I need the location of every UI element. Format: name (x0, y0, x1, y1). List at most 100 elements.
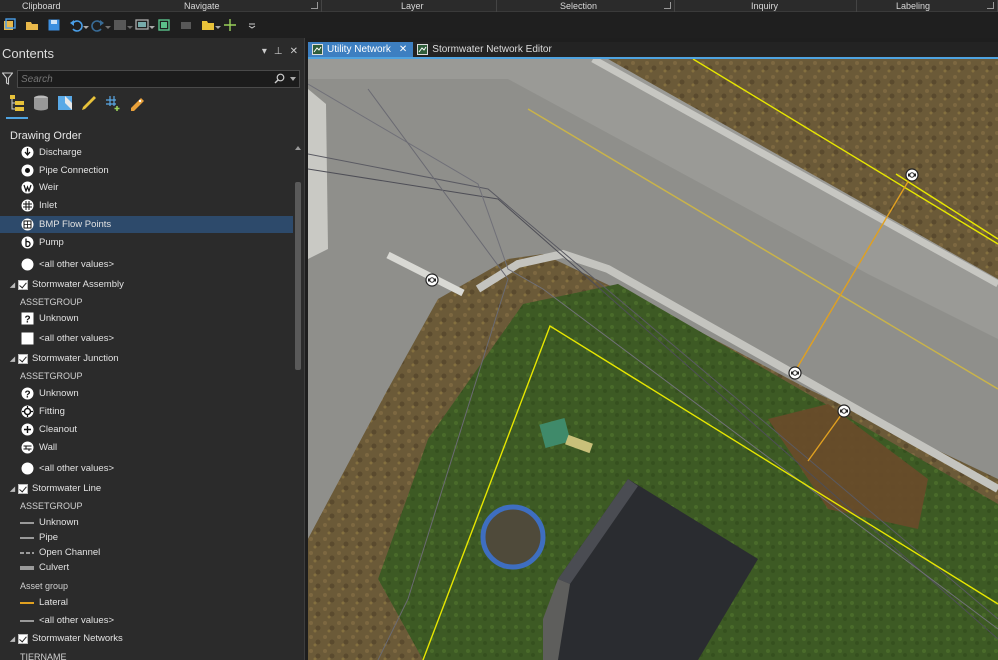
line-solid-icon[interactable] (20, 516, 34, 530)
symbol-class-row[interactable]: ? Unknown (0, 385, 293, 402)
symbol-class-label: Pipe (39, 532, 59, 543)
symbol-class-row[interactable]: Culvert (0, 559, 293, 576)
symbol-class-row[interactable]: <all other values> (0, 330, 293, 347)
ribbon-group-label: Clipboard (22, 1, 61, 11)
symbol-class-label: Pipe Connection (39, 165, 109, 176)
question-circle-icon[interactable]: ? (20, 387, 34, 401)
symbol-class-row[interactable]: <all other values> (0, 612, 293, 629)
symbol-class-label: Unknown (39, 388, 79, 399)
layer-row[interactable]: ◢ Stormwater Line (0, 480, 293, 497)
close-icon[interactable]: ✕ (290, 46, 298, 57)
question-icon[interactable]: ? (20, 312, 34, 326)
layer-row[interactable]: ◢ Stormwater Assembly (0, 276, 293, 293)
square-icon[interactable] (20, 332, 34, 346)
symbol-class-row[interactable]: Discharge (0, 144, 293, 161)
discharge-icon[interactable] (20, 146, 34, 160)
scrollbar[interactable] (295, 144, 301, 660)
line-solid-icon[interactable] (20, 614, 34, 628)
layer-visibility-checkbox[interactable] (18, 279, 28, 290)
search-input[interactable] (21, 72, 261, 86)
network-point[interactable] (788, 366, 802, 380)
expand-chevron-icon[interactable]: ◢ (8, 485, 17, 493)
layer-visibility-checkbox[interactable] (18, 633, 28, 644)
new-project-icon[interactable] (0, 16, 20, 34)
layout-icon[interactable] (132, 16, 155, 34)
search-options-dropdown-icon[interactable] (290, 77, 296, 81)
circle-icon[interactable] (20, 462, 34, 476)
undo-icon[interactable] (66, 16, 89, 34)
network-point[interactable] (425, 273, 439, 287)
layer-row[interactable]: ◢ Stormwater Networks (0, 630, 293, 647)
layer-row[interactable]: ◢ Stormwater Junction (0, 350, 293, 367)
scroll-up-icon[interactable] (295, 146, 301, 150)
contents-pane: Contents ▾ ⊥ ✕ Search Drawing Order Disc… (0, 38, 305, 660)
symbol-class-row[interactable]: Wall (0, 439, 293, 456)
dialog-launcher-icon[interactable] (664, 2, 671, 9)
layer-visibility-checkbox[interactable] (18, 353, 28, 364)
symbol-class-label: <all other values> (39, 615, 114, 626)
pipe-connection-icon[interactable] (20, 164, 34, 178)
network-point[interactable] (905, 168, 919, 182)
close-tab-icon[interactable]: ✕ (399, 44, 407, 55)
list-by-selection-icon[interactable] (56, 94, 74, 116)
network-point[interactable] (837, 404, 851, 418)
line-orange-icon[interactable] (20, 596, 34, 610)
wall-icon[interactable] (20, 441, 34, 455)
folder-icon[interactable] (198, 16, 221, 34)
pump-icon[interactable] (20, 236, 34, 250)
pin-icon[interactable]: ⊥ (274, 46, 283, 57)
map-view[interactable] (308, 59, 998, 660)
cleanout-icon[interactable] (20, 423, 34, 437)
tab-utility-network[interactable]: Utility Network ✕ (308, 42, 414, 57)
symbol-class-row[interactable]: Cleanout (0, 421, 293, 438)
symbol-class-row[interactable]: Pipe Connection (0, 162, 293, 179)
symbol-class-row[interactable]: Lateral (0, 594, 293, 611)
map-frame-icon[interactable] (110, 16, 133, 34)
list-by-data-source-icon[interactable] (32, 94, 50, 116)
crosshair-icon[interactable] (220, 16, 240, 34)
layer-visibility-checkbox[interactable] (18, 483, 28, 494)
search-box (17, 70, 300, 88)
symbol-class-row[interactable]: ? Unknown (0, 310, 293, 327)
symbol-class-row[interactable]: <all other values> (0, 256, 293, 273)
open-project-icon[interactable] (22, 16, 42, 34)
customize-icon[interactable] (242, 16, 262, 34)
share-icon[interactable] (176, 16, 196, 34)
list-by-drawing-order-icon[interactable] (6, 94, 28, 119)
symbol-class-row[interactable]: <all other values> (0, 460, 293, 477)
symbol-class-row[interactable]: Pump (0, 234, 293, 251)
print-icon[interactable] (154, 16, 174, 34)
line-solid-icon[interactable] (20, 531, 34, 545)
list-by-editing-icon[interactable] (80, 94, 98, 116)
expand-chevron-icon[interactable]: ◢ (8, 281, 17, 289)
symbol-class-label: Culvert (39, 562, 70, 573)
pane-menu-icon[interactable]: ▾ (262, 46, 267, 57)
search-icon[interactable] (274, 73, 285, 87)
svg-text:?: ? (24, 315, 30, 326)
dialog-launcher-icon[interactable] (987, 2, 994, 9)
filter-icon[interactable] (1, 72, 14, 88)
bmp-flow-points-icon[interactable] (20, 218, 34, 232)
list-by-snapping-icon[interactable] (104, 94, 122, 116)
line-thick-icon[interactable] (20, 561, 34, 575)
expand-chevron-icon[interactable]: ◢ (8, 635, 17, 643)
symbol-class-row[interactable]: BMP Flow Points (0, 216, 293, 233)
scroll-thumb[interactable] (295, 182, 301, 370)
inlet-icon[interactable] (20, 199, 34, 213)
field-header-label: ASSETGROUP (20, 370, 83, 381)
symbol-class-row[interactable]: Inlet (0, 197, 293, 214)
list-by-labeling-icon[interactable] (128, 94, 146, 116)
symbol-class-row[interactable]: Fitting (0, 403, 293, 420)
redo-icon[interactable] (88, 16, 111, 34)
save-project-icon[interactable] (44, 16, 64, 34)
search-row (0, 70, 304, 88)
circle-icon[interactable] (20, 258, 34, 272)
weir-icon[interactable] (20, 181, 34, 195)
fitting-icon[interactable] (20, 405, 34, 419)
dialog-launcher-icon[interactable] (311, 2, 318, 9)
expand-chevron-icon[interactable]: ◢ (8, 355, 17, 363)
symbol-class-row[interactable]: Weir (0, 179, 293, 196)
tab-stormwater-network-editor[interactable]: Stormwater Network Editor (413, 42, 557, 57)
line-dashed-icon[interactable] (20, 546, 34, 560)
map-canvas[interactable] (308, 59, 998, 660)
